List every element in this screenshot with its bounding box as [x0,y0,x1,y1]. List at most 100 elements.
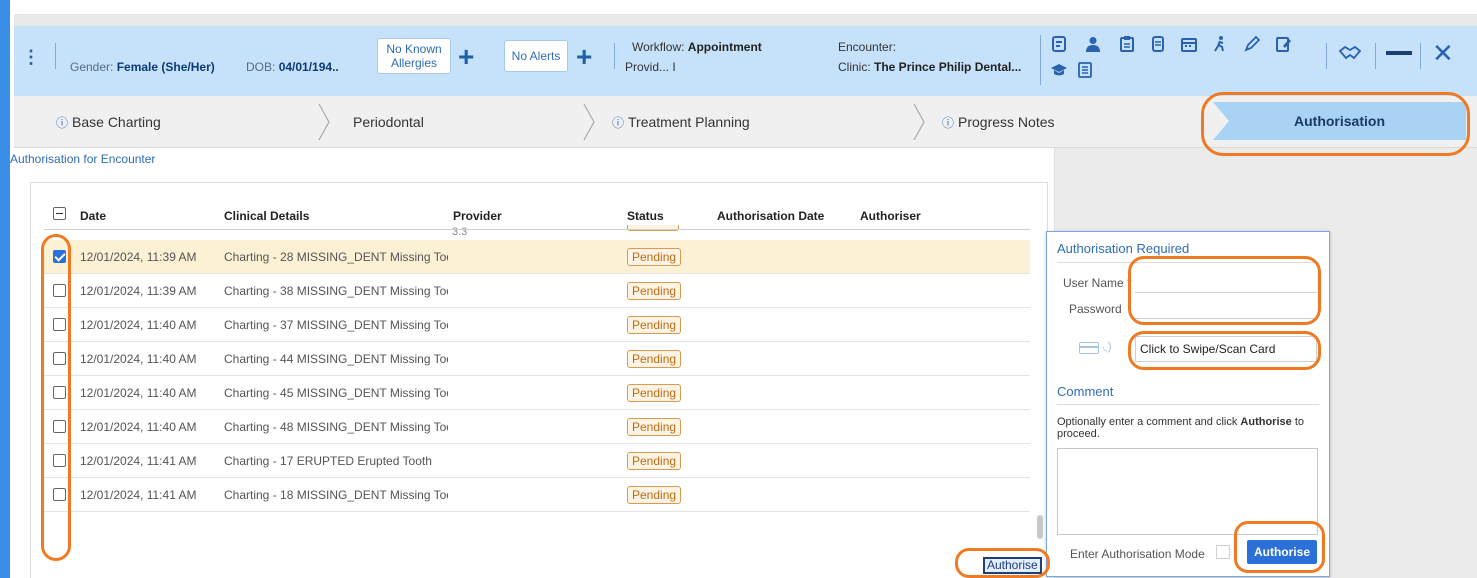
add-allergy-plus-icon[interactable]: + [458,43,474,71]
status-badge: Pending [627,418,682,436]
dob-info: DOB: 04/01/194.. [246,60,339,74]
column-header-authorisation-date[interactable]: Authorisation Date [717,209,824,223]
gender-info: Gender: Female (She/Her) [70,60,215,74]
column-header-authoriser[interactable]: Authoriser [860,209,921,223]
info-icon: ⓘ [942,116,955,130]
kebab-menu-icon[interactable]: ⋮ [22,48,40,66]
table-row[interactable]: 12/01/2024, 11:39 AM Charting - 28 MISSIN… [44,240,1030,274]
row-checkbox[interactable] [53,454,66,467]
column-header-date[interactable]: Date [80,209,106,223]
walking-icon[interactable] [1212,36,1228,56]
row-date: 12/01/2024, 11:41 AM [80,454,197,468]
partial-row-provider: 3.3 [452,226,468,238]
info-icon: ⓘ [612,116,625,130]
table-row[interactable]: 12/01/2024, 11:40 AM Charting - 45 MISSIN… [44,376,1030,410]
section-title: Authorisation for Encounter [10,152,162,166]
row-checkbox[interactable] [53,488,66,501]
tab-base-charting[interactable]: ⓘ Base Charting [56,96,161,148]
header-divider [55,43,56,69]
calendar-icon[interactable] [1181,36,1197,56]
header-divider [1326,43,1327,69]
row-date: 12/01/2024, 11:39 AM [80,284,197,298]
popup-title: Authorisation Required [1057,241,1190,256]
comment-textarea[interactable] [1057,448,1318,535]
status-badge: Pending [627,350,682,368]
partial-row-status [627,225,679,231]
column-header-provider[interactable]: Provider [453,209,502,223]
table-row[interactable]: 12/01/2024, 11:39 AM Charting - 38 MISSIN… [44,274,1030,308]
row-clinical-details: Charting - 38 MISSING_DENT Missing Tooth [224,284,448,298]
row-checkbox[interactable] [53,284,66,297]
status-badge: Pending [627,384,682,402]
pen-icon[interactable] [1244,35,1261,56]
row-date: 12/01/2024, 11:40 AM [80,420,197,434]
clinic-info: Clinic: The Prince Philip Dental... [838,60,1022,74]
document-icon[interactable] [1051,36,1067,56]
barcode-icon[interactable] [1386,47,1412,63]
tab-treatment-planning[interactable]: ⓘ Treatment Planning [612,96,750,148]
table-row[interactable]: 12/01/2024, 11:41 AM Charting - 17 ERUPTE… [44,444,1030,478]
row-checkbox[interactable] [53,318,66,331]
row-clinical-details: Charting - 37 MISSING_DENT Missing Tooth [224,318,448,332]
table-row[interactable]: 12/01/2024, 11:40 AM Charting - 37 MISSIN… [44,308,1030,342]
row-checkbox[interactable] [53,386,66,399]
close-icon[interactable]: ✕ [1432,40,1454,66]
authorisation-mode-checkbox[interactable] [1216,545,1230,559]
table-row[interactable]: 12/01/2024, 11:40 AM Charting - 48 MISSIN… [44,410,1030,444]
row-date: 12/01/2024, 11:41 AM [80,488,197,502]
row-date: 12/01/2024, 11:40 AM [80,386,197,400]
row-clinical-details: Charting - 18 MISSING_DENT Missing Tooth [224,488,448,502]
row-checkbox[interactable] [53,250,66,263]
row-clinical-details: Charting - 28 MISSING_DENT Missing Tooth [224,250,448,264]
chevron-right-icon [583,103,595,141]
row-checkbox[interactable] [53,420,66,433]
clipboard-icon[interactable] [1119,36,1135,56]
row-clinical-details: Charting - 48 MISSING_DENT Missing Tooth [224,420,448,434]
status-badge: Pending [627,316,682,334]
password-label: Password [1069,302,1122,316]
chevron-right-icon [318,103,330,141]
alerts-button[interactable]: No Alerts [504,40,568,72]
status-badge: Pending [627,248,682,266]
table-row[interactable]: 12/01/2024, 11:40 AM Charting - 44 MISSIN… [44,342,1030,376]
username-label: User Name * [1063,276,1132,290]
header-top-band [14,14,1477,26]
notes-icon[interactable] [1150,36,1166,56]
encounter-info: Encounter: [838,40,897,54]
row-date: 12/01/2024, 11:39 AM [80,250,197,264]
allergies-button[interactable]: No Known Allergies [377,38,451,74]
authorisation-popup: Authorisation Required User Name * Passw… [1046,231,1330,577]
header-divider [1040,35,1041,85]
graduation-icon[interactable] [1051,62,1067,82]
column-header-clinical-details[interactable]: Clinical Details [224,209,309,223]
table-row[interactable]: 12/01/2024, 11:41 AM Charting - 18 MISSIN… [44,478,1030,512]
swipe-card-button[interactable]: Click to Swipe/Scan Card [1135,336,1317,362]
header-divider-line [44,229,1030,230]
row-clinical-details: Charting - 45 MISSING_DENT Missing Tooth [224,386,448,400]
comment-hint: Optionally enter a comment and click Aut… [1057,416,1304,440]
handshake-icon[interactable] [1338,45,1362,65]
password-input[interactable] [1135,318,1317,319]
add-alert-plus-icon[interactable]: + [576,43,592,71]
row-clinical-details: Charting - 17 ERUPTED Erupted Tooth [224,454,432,468]
row-clinical-details: Charting - 44 MISSING_DENT Missing Tooth [224,352,448,366]
username-input[interactable] [1135,292,1317,293]
chevron-right-icon [913,103,925,141]
select-all-checkbox[interactable] [53,207,66,220]
tab-progress-notes[interactable]: ⓘ Progress Notes [942,96,1055,148]
scrollbar-thumb[interactable] [1037,515,1043,539]
authorise-link[interactable]: Authorise [983,557,1042,574]
edit-clipboard-icon[interactable] [1276,36,1292,56]
status-badge: Pending [627,282,682,300]
tab-periodontal[interactable]: Periodontal [353,96,424,148]
list-icon[interactable] [1077,62,1093,82]
row-date: 12/01/2024, 11:40 AM [80,352,197,366]
status-badge: Pending [627,452,682,470]
popup-divider [1057,404,1319,405]
column-header-status[interactable]: Status [627,209,664,223]
person-icon[interactable] [1085,36,1101,56]
authorise-button[interactable]: Authorise [1247,540,1317,564]
tab-authorisation[interactable]: Authorisation [1213,102,1466,140]
row-checkbox[interactable] [53,352,66,365]
provider-info: Provid... I [625,60,676,74]
